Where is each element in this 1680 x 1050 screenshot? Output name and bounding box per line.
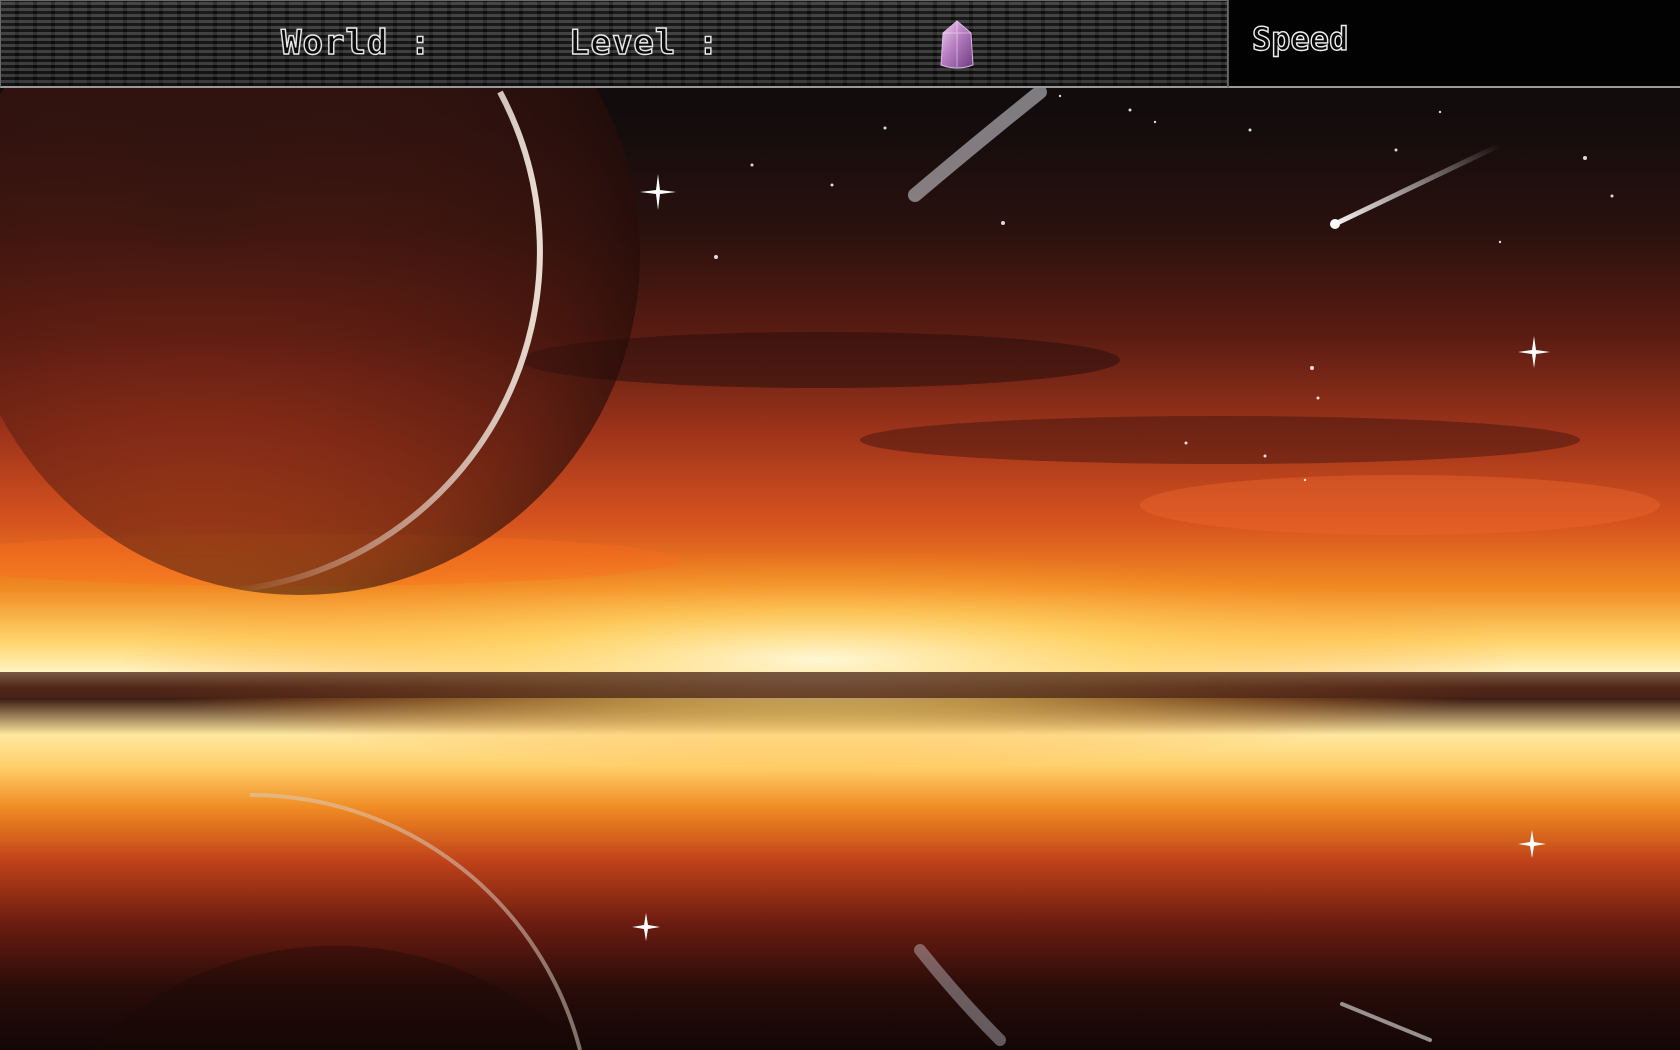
hud-panel: World : Level : xyxy=(0,0,1228,88)
comet xyxy=(1332,142,1503,227)
purple-crystal-icon xyxy=(940,20,974,69)
galaxy-reflection xyxy=(914,944,1006,1046)
planet-reflection xyxy=(90,945,580,1050)
sparkle-star xyxy=(1518,830,1546,858)
world-label: World : xyxy=(280,22,432,63)
scene-art xyxy=(0,0,1680,1050)
cloud-streak xyxy=(860,416,1580,464)
background-scene xyxy=(0,0,1680,1050)
comet-head xyxy=(1330,219,1340,229)
galaxy-streak xyxy=(908,85,1047,202)
speed-label: Speed xyxy=(1251,19,1349,58)
planet xyxy=(0,0,640,595)
cloud-streak xyxy=(1140,475,1660,535)
level-label: Level : xyxy=(568,22,720,63)
horizon-line xyxy=(0,672,1680,698)
sparkle-star xyxy=(1518,336,1550,368)
comet-reflection xyxy=(1340,1002,1432,1042)
sparkle-star xyxy=(640,174,676,210)
speed-panel: Speed xyxy=(1228,0,1680,88)
sparkle-star xyxy=(632,913,660,941)
game-stage: World : Level : Speed xyxy=(0,0,1680,1050)
